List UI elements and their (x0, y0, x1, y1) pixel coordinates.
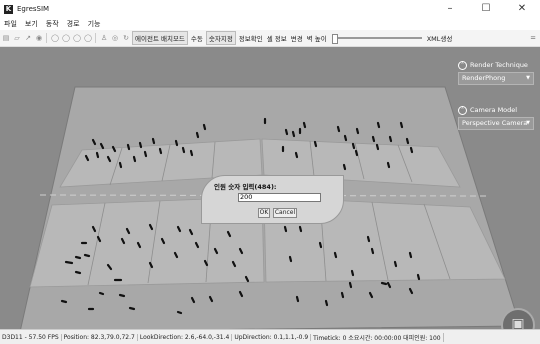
chevron-up-icon: ⌃ (458, 105, 467, 115)
render-technique-panel: ⌃ Render Technique RenderPhong ▼ (458, 60, 534, 85)
numeric-assign-button[interactable]: 숫자지정 (205, 31, 236, 45)
agent-count-dialog: 인원 숫자 입력(484): 200 OK Cancel (201, 175, 344, 224)
wall-height-slider[interactable] (331, 34, 422, 44)
circle-icon-4[interactable]: ◯ (84, 34, 92, 42)
wall-height-label: 벽 높이 (306, 35, 327, 43)
window-title: EgresSIM (17, 5, 50, 13)
toolbar: ▤ ▱ ↗ ◉ ◯ ◯ ◯ ◯ ♙ ◎ ↻ 에이전트 배치모드 수동 숫자지정 … (0, 30, 540, 47)
up-direction-status: UpDirection: 0.1,1.1,-0.9 (232, 333, 312, 341)
3d-viewport[interactable]: ⌃ Render Technique RenderPhong ▼ ⌃ Camer… (0, 47, 540, 329)
time-status: Timetick: 0 소요시간: 00:00:00 대피인원: 100 (311, 332, 444, 342)
person-icon[interactable]: ♙ (100, 34, 108, 42)
slider-track (331, 37, 422, 39)
ok-button[interactable]: OK (258, 208, 270, 218)
menu-action[interactable]: 동작 (46, 19, 59, 29)
render-technique-select[interactable]: RenderPhong ▼ (458, 72, 534, 85)
chevron-up-icon: ⌃ (458, 60, 467, 70)
open-icon[interactable]: ▱ (13, 34, 21, 42)
circle-icon-2[interactable]: ◯ (62, 34, 70, 42)
circle-icon-1[interactable]: ◯ (51, 34, 59, 42)
record-icon[interactable]: ◉ (35, 34, 43, 42)
manual-label[interactable]: 수동 (191, 33, 203, 43)
menu-function[interactable]: 기능 (88, 19, 101, 29)
close-button[interactable]: ✕ (504, 0, 540, 18)
cell-info-button[interactable]: 셀 정보 (267, 33, 287, 43)
title-bar: Ǩ EgresSIM – ☐ ✕ (0, 0, 540, 18)
menu-path[interactable]: 경로 (67, 19, 80, 29)
info-check-button[interactable]: 정보확인 (239, 33, 263, 43)
menu-view[interactable]: 보기 (25, 19, 38, 29)
camera-model-value: Perspective Camera (462, 119, 528, 127)
position-status: Position: 82.3,79.0,72.7 (62, 333, 138, 341)
agent-count-input[interactable]: 200 (238, 193, 321, 202)
cursor-icon[interactable]: ↗ (24, 34, 32, 42)
look-direction-status: LookDirection: 2.6,-64.0,-31.4 (138, 333, 233, 341)
menu-bar: 파일 보기 동작 경로 기능 (0, 18, 540, 30)
window-controls: – ☐ ✕ (432, 0, 540, 18)
camera-model-panel: ⌃ Camera Model Perspective Camera ▼ (458, 105, 534, 130)
refresh-icon[interactable]: ↻ (122, 34, 130, 42)
xml-generate-button[interactable]: XML생성 (427, 33, 453, 43)
change-button[interactable]: 변경 (291, 33, 303, 43)
slider-thumb[interactable] (331, 34, 338, 44)
target-icon[interactable]: ◎ (111, 34, 119, 42)
circle-icon-3[interactable]: ◯ (73, 34, 81, 42)
agent-placement-button[interactable]: 에이전트 배치모드 (132, 31, 188, 45)
cancel-button[interactable]: Cancel (273, 208, 297, 218)
minimize-button[interactable]: – (432, 0, 468, 18)
toolbar-overflow-icon[interactable]: = (530, 34, 536, 42)
dropdown-arrow-icon: ▼ (526, 120, 530, 126)
render-technique-label: Render Technique (470, 61, 528, 69)
save-icon[interactable]: ▤ (2, 34, 10, 42)
app-logo-icon: Ǩ (4, 4, 13, 14)
render-technique-header[interactable]: ⌃ Render Technique (458, 60, 534, 70)
render-technique-value: RenderPhong (462, 74, 506, 82)
camera-model-header[interactable]: ⌃ Camera Model (458, 105, 534, 115)
toolbar-separator (95, 33, 96, 43)
camera-model-label: Camera Model (470, 106, 518, 114)
camera-model-select[interactable]: Perspective Camera ▼ (458, 117, 534, 130)
fps-status: D3D11 - 57.50 FPS (0, 333, 62, 341)
maximize-button[interactable]: ☐ (468, 0, 504, 18)
dropdown-arrow-icon: ▼ (526, 75, 530, 81)
menu-file[interactable]: 파일 (4, 19, 17, 29)
dialog-title: 인원 숫자 입력(484): (214, 183, 277, 191)
toolbar-separator (46, 33, 47, 43)
status-bar: D3D11 - 57.50 FPS Position: 82.3,79.0,72… (0, 329, 540, 344)
